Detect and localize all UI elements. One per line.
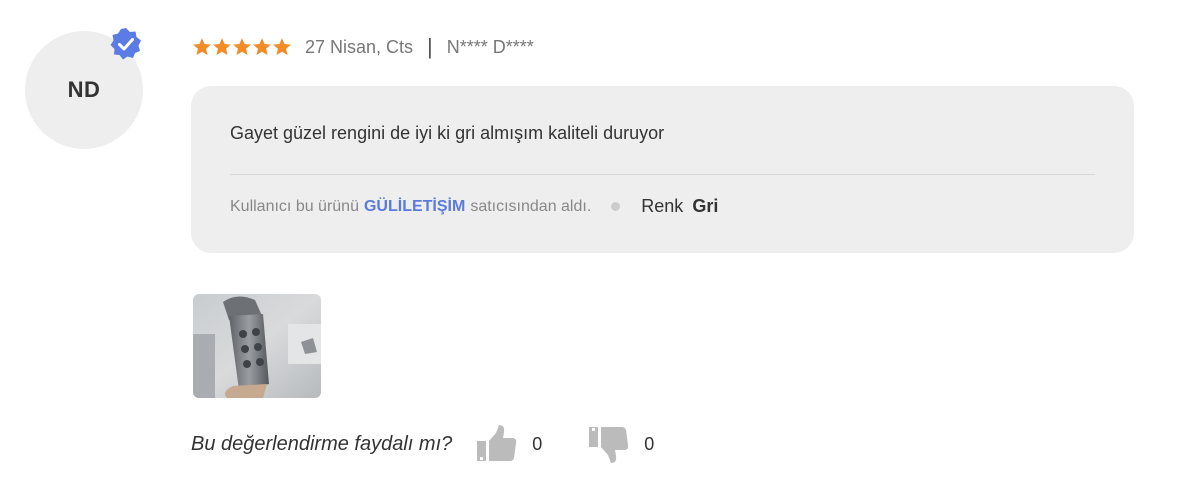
star-icon <box>253 38 271 55</box>
star-icon <box>233 38 251 55</box>
separator-dot <box>611 202 621 211</box>
comment-box: Gayet güzel rengini de iyi ki gri almışı… <box>191 86 1134 253</box>
review-photo-thumbnail[interactable] <box>193 294 321 398</box>
star-icon <box>273 38 291 55</box>
helpful-question: Bu değerlendirme faydalı mı? <box>191 432 453 455</box>
attribute-value: Gri <box>692 196 719 216</box>
helpful-section: Bu değerlendirme faydalı mı? 0 0 <box>191 424 654 464</box>
like-button[interactable]: 0 <box>476 424 542 464</box>
review-photo <box>193 294 321 398</box>
attribute-label: Renk <box>641 196 684 216</box>
seller-info-suffix: satıcısından aldı. <box>470 197 592 215</box>
review-date: 27 Nisan, Cts <box>305 36 414 57</box>
review-text: Gayet güzel rengini de iyi ki gri almışı… <box>230 123 665 143</box>
seller-info: Kullanıcı bu ürünü GÜLİLETİŞİM satıcısın… <box>230 196 718 217</box>
header-divider: | <box>427 34 433 59</box>
star-rating <box>192 37 292 57</box>
verified-badge-icon <box>110 28 141 60</box>
review-header: 27 Nisan, Cts | N**** D**** <box>192 34 534 60</box>
seller-info-prefix: Kullanıcı bu ürünü <box>230 197 359 215</box>
dislike-button[interactable]: 0 <box>588 424 654 464</box>
star-icon <box>213 38 231 55</box>
review-card: ND 27 Nisan, Cts | N**** D**** Gayet güz… <box>0 0 1200 501</box>
reviewer-name: N**** D**** <box>446 36 534 57</box>
thumbs-down-icon <box>589 427 629 463</box>
seller-link[interactable]: GÜLİLETİŞİM <box>364 198 465 216</box>
comment-divider <box>230 174 1095 175</box>
thumbs-up-icon <box>477 425 517 461</box>
star-icon <box>193 38 211 55</box>
dislike-count: 0 <box>644 433 655 454</box>
like-count: 0 <box>532 433 543 454</box>
avatar-initials: ND <box>67 77 101 102</box>
